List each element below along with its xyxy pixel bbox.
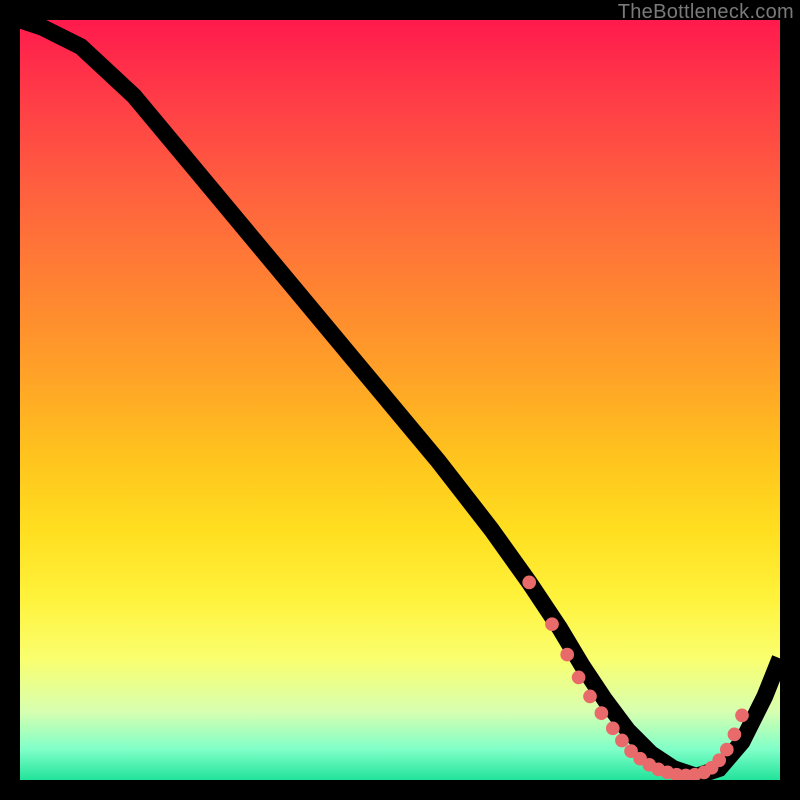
- valley-dots-group: [522, 576, 748, 780]
- bottleneck-curve: [20, 20, 780, 776]
- valley-dot: [720, 743, 734, 757]
- valley-dot: [522, 576, 536, 590]
- valley-dot: [583, 690, 597, 704]
- valley-dot: [560, 648, 574, 662]
- plot-area: [20, 20, 780, 780]
- valley-dot: [572, 671, 586, 685]
- valley-dot: [545, 617, 559, 631]
- valley-dot: [615, 734, 629, 748]
- chart-frame: TheBottleneck.com: [0, 0, 800, 800]
- valley-dot: [595, 706, 609, 720]
- watermark-text: TheBottleneck.com: [618, 1, 794, 24]
- valley-dot: [728, 728, 742, 742]
- valley-dot: [606, 721, 620, 735]
- chart-svg: [20, 20, 780, 780]
- valley-dot: [735, 709, 749, 723]
